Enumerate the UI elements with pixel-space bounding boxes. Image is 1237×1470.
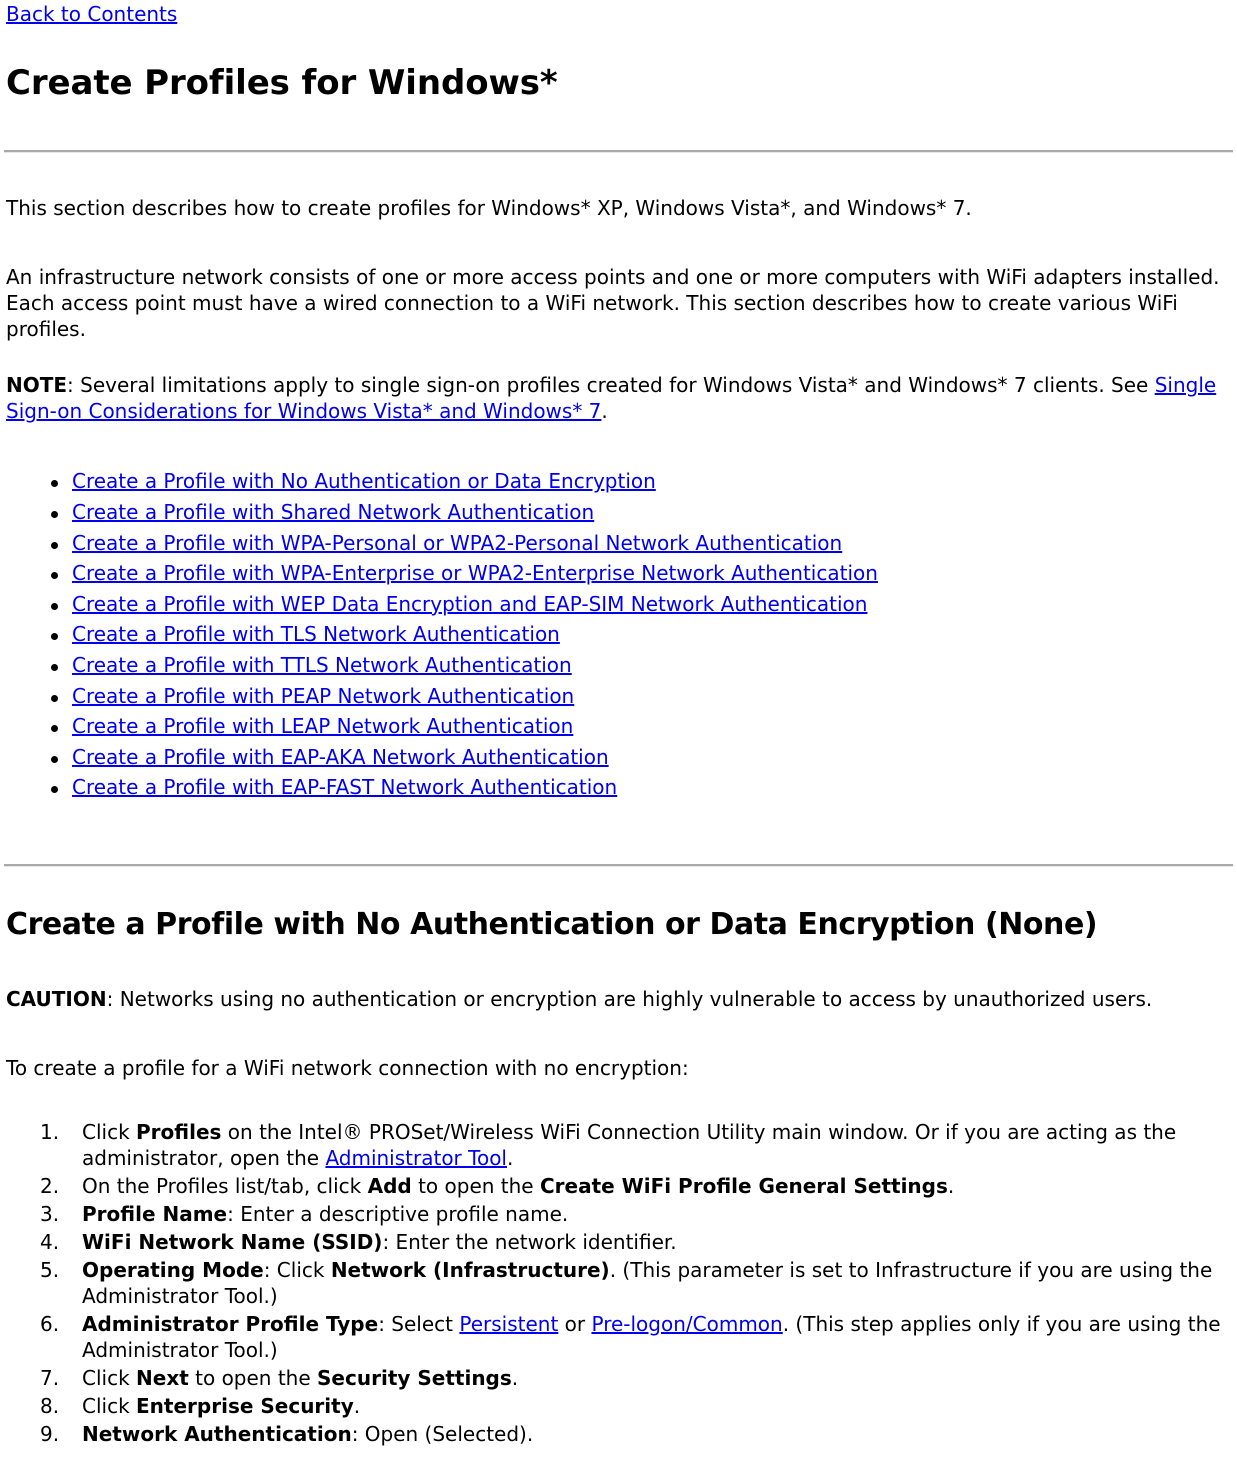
step-3: Profile Name: Enter a descriptive profil… bbox=[4, 1201, 1233, 1227]
step-3-text: : Enter a descriptive profile name. bbox=[227, 1201, 569, 1226]
intro-paragraph-1: This section describes how to create pro… bbox=[6, 196, 972, 221]
step-5: Operating Mode: Click Network (Infrastru… bbox=[4, 1257, 1233, 1309]
spacer-above-lead-in bbox=[4, 1012, 1233, 1055]
step-6-text-b: or bbox=[558, 1311, 592, 1336]
step-5-bold-operating-mode: Operating Mode bbox=[82, 1257, 264, 1282]
step-1-text-b: on the Intel® PROSet/Wireless WiFi Conne… bbox=[82, 1119, 1177, 1170]
back-to-contents-link[interactable]: Back to Contents bbox=[6, 2, 177, 26]
list-item: Create a Profile with WPA-Enterprise or … bbox=[4, 561, 1233, 587]
note-text-before: : Several limitations apply to single si… bbox=[67, 373, 1155, 398]
list-item: Create a Profile with No Authentication … bbox=[4, 469, 1233, 495]
spacer-below-top-rule bbox=[4, 153, 1233, 195]
step-8-text-a: Click bbox=[82, 1393, 137, 1418]
list-item: Create a Profile with TTLS Network Authe… bbox=[4, 653, 1233, 679]
spacer-above-bottom-rule bbox=[4, 806, 1233, 864]
spacer-below-bottom-rule bbox=[4, 867, 1233, 908]
step-7: Click Next to open the Security Settings… bbox=[4, 1365, 1233, 1391]
step-7-text-a: Click bbox=[82, 1365, 137, 1390]
list-item: Create a Profile with Shared Network Aut… bbox=[4, 500, 1233, 526]
toc-link-wpa-enterprise[interactable]: Create a Profile with WPA-Enterprise or … bbox=[72, 561, 878, 585]
spacer-above-top-rule bbox=[4, 102, 1233, 150]
step-2-text-c: . bbox=[947, 1173, 955, 1198]
list-item: Create a Profile with LEAP Network Authe… bbox=[4, 714, 1233, 740]
pre-logon-common-link[interactable]: Pre-logon/Common bbox=[591, 1312, 782, 1336]
note-text-after: . bbox=[601, 399, 608, 424]
document-page: Back to Contents Create Profiles for Win… bbox=[0, 0, 1237, 1447]
list-item: Create a Profile with WPA-Personal or WP… bbox=[4, 531, 1233, 557]
toc-link-eap-fast[interactable]: Create a Profile with EAP-FAST Network A… bbox=[72, 775, 617, 799]
step-6-bold-admin-profile-type: Administrator Profile Type bbox=[82, 1311, 379, 1336]
step-4: WiFi Network Name (SSID): Enter the netw… bbox=[4, 1229, 1233, 1255]
step-8-text-b: . bbox=[353, 1393, 361, 1418]
step-7-text-b: to open the bbox=[188, 1365, 318, 1390]
list-item: Create a Profile with EAP-FAST Network A… bbox=[4, 775, 1233, 801]
step-2-bold-general-settings: Create WiFi Profile General Settings bbox=[539, 1173, 948, 1198]
spacer-above-caution bbox=[4, 941, 1233, 986]
toc-link-ttls[interactable]: Create a Profile with TTLS Network Authe… bbox=[72, 653, 572, 677]
step-1-bold-profiles: Profiles bbox=[136, 1119, 222, 1144]
caution-paragraph: CAUTION: Networks using no authenticatio… bbox=[4, 986, 1233, 1012]
caution-label: CAUTION bbox=[6, 986, 107, 1011]
step-4-bold-ssid: WiFi Network Name (SSID) bbox=[82, 1229, 383, 1254]
step-5-text-a: : Click bbox=[263, 1257, 331, 1282]
toc-link-tls[interactable]: Create a Profile with TLS Network Authen… bbox=[72, 622, 560, 646]
step-8-bold-enterprise-security: Enterprise Security bbox=[136, 1393, 354, 1418]
step-7-text-c: . bbox=[511, 1365, 519, 1390]
step-1-text-a: Click bbox=[82, 1119, 137, 1144]
toc-link-wpa-personal[interactable]: Create a Profile with WPA-Personal or WP… bbox=[72, 531, 842, 555]
step-4-text: : Enter the network identifier. bbox=[382, 1229, 677, 1254]
page-title: Create Profiles for Windows* bbox=[6, 63, 558, 103]
procedure-steps-list: Click Profiles on the Intel® PROSet/Wire… bbox=[4, 1119, 1233, 1447]
spacer-above-steps bbox=[4, 1081, 1233, 1119]
note-paragraph: NOTE: Several limitations apply to singl… bbox=[4, 372, 1233, 424]
breadcrumb: Back to Contents bbox=[4, 0, 1233, 27]
step-6: Administrator Profile Type: Select Persi… bbox=[4, 1311, 1233, 1363]
step-8: Click Enterprise Security. bbox=[4, 1393, 1233, 1419]
step-7-bold-next: Next bbox=[136, 1365, 189, 1390]
step-2: On the Profiles list/tab, click Add to o… bbox=[4, 1173, 1233, 1199]
step-6-text-a: : Select bbox=[378, 1311, 460, 1336]
toc-link-peap[interactable]: Create a Profile with PEAP Network Authe… bbox=[72, 684, 574, 708]
toc-link-leap[interactable]: Create a Profile with LEAP Network Authe… bbox=[72, 714, 573, 738]
step-2-text-a: On the Profiles list/tab, click bbox=[82, 1173, 368, 1198]
step-9-bold-network-authentication: Network Authentication bbox=[82, 1421, 352, 1446]
step-9-text: : Open (Selected). bbox=[351, 1421, 534, 1446]
list-item: Create a Profile with PEAP Network Authe… bbox=[4, 684, 1233, 710]
spacer-between-paragraphs-1 bbox=[4, 221, 1233, 264]
step-1: Click Profiles on the Intel® PROSet/Wire… bbox=[4, 1119, 1233, 1171]
step-7-bold-security-settings: Security Settings bbox=[317, 1365, 512, 1390]
spacer-between-paragraphs-2 bbox=[4, 342, 1233, 372]
step-1-text-c: . bbox=[506, 1145, 514, 1170]
section-heading: Create a Profile with No Authentication … bbox=[6, 906, 1098, 942]
list-item: Create a Profile with EAP-AKA Network Au… bbox=[4, 745, 1233, 771]
step-2-bold-add: Add bbox=[367, 1173, 412, 1198]
toc-link-no-authentication[interactable]: Create a Profile with No Authentication … bbox=[72, 469, 656, 493]
intro-paragraph-2: An infrastructure network consists of on… bbox=[6, 265, 1220, 342]
toc-link-shared-network-authentication[interactable]: Create a Profile with Shared Network Aut… bbox=[72, 500, 594, 524]
toc-link-wep-eap-sim[interactable]: Create a Profile with WEP Data Encryptio… bbox=[72, 592, 867, 616]
caution-text: : Networks using no authentication or en… bbox=[106, 986, 1153, 1011]
list-item: Create a Profile with WEP Data Encryptio… bbox=[4, 592, 1233, 618]
persistent-link[interactable]: Persistent bbox=[459, 1312, 558, 1336]
step-2-text-b: to open the bbox=[411, 1173, 540, 1198]
profile-topics-list: Create a Profile with No Authentication … bbox=[4, 469, 1233, 801]
spacer-above-toc-list bbox=[4, 424, 1233, 469]
administrator-tool-link[interactable]: Administrator Tool bbox=[325, 1146, 507, 1170]
step-5-bold-network-infrastructure: Network (Infrastructure) bbox=[330, 1257, 610, 1282]
steps-lead-in: To create a profile for a WiFi network c… bbox=[6, 1055, 689, 1080]
list-item: Create a Profile with TLS Network Authen… bbox=[4, 622, 1233, 648]
step-9: Network Authentication: Open (Selected). bbox=[4, 1421, 1233, 1447]
step-3-bold-profile-name: Profile Name bbox=[82, 1201, 228, 1226]
toc-link-eap-aka[interactable]: Create a Profile with EAP-AKA Network Au… bbox=[72, 745, 609, 769]
note-label: NOTE bbox=[6, 373, 68, 398]
